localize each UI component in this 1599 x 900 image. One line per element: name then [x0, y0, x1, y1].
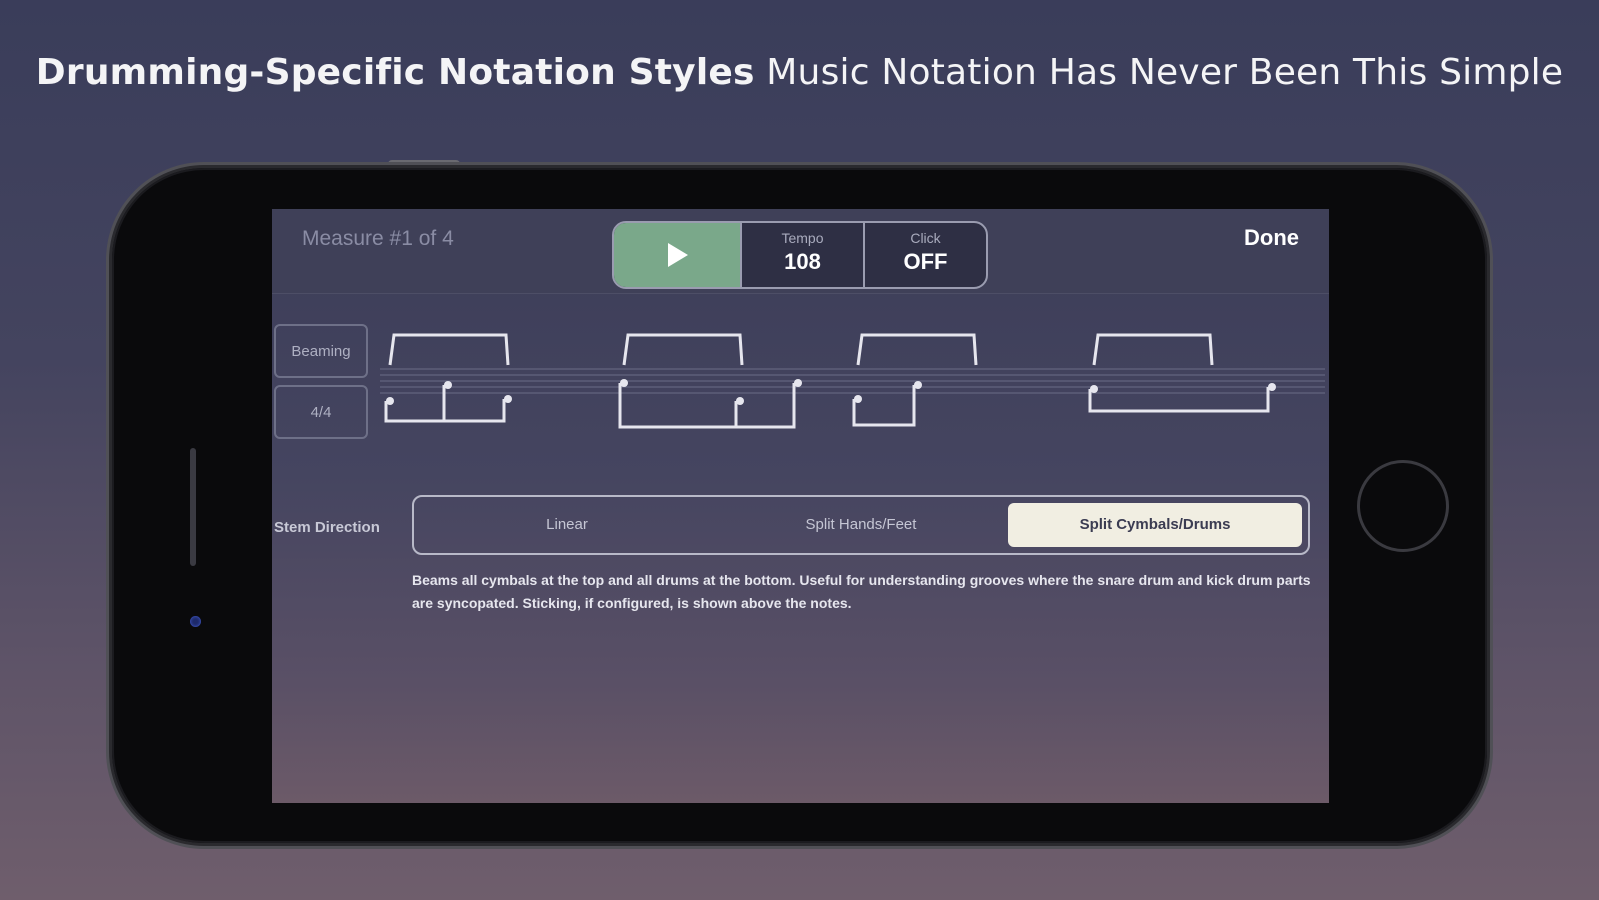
sticking-brackets: [388, 333, 1214, 366]
phone-volume-button: [380, 843, 452, 849]
stem-direction-label: Stem Direction: [274, 519, 380, 536]
headline-rest: Music Notation Has Never Been This Simpl…: [766, 52, 1564, 93]
headline-bold: Drumming-Specific Notation Styles: [35, 52, 755, 93]
tempo-value: 108: [784, 249, 821, 274]
phone-volume-button: [486, 843, 558, 849]
note-heads: [386, 379, 1276, 405]
drum-notation: [380, 333, 1325, 429]
phone-camera: [190, 616, 201, 627]
stem-direction-description: Beams all cymbals at the top and all dru…: [412, 572, 1311, 611]
done-button[interactable]: Done: [1244, 225, 1299, 251]
phone-side-button: [388, 160, 460, 168]
segment-split-hands-feet[interactable]: Split Hands/Feet: [714, 503, 1008, 547]
phone-volume-button: [268, 843, 318, 849]
click-value: OFF: [903, 249, 948, 274]
segment-linear[interactable]: Linear: [420, 503, 714, 547]
play-icon: [668, 243, 688, 267]
phone-speaker: [190, 448, 196, 566]
tempo-label: Tempo: [781, 230, 824, 246]
headline: Drumming-Specific Notation Styles Music …: [0, 52, 1599, 93]
transport-control: Tempo 108 Click OFF: [612, 221, 988, 289]
staff-lines: [380, 368, 1325, 394]
click-control[interactable]: Click OFF: [863, 223, 986, 287]
play-button[interactable]: [614, 223, 740, 287]
measure-label: Measure #1 of 4: [302, 227, 454, 250]
stem-direction-segmented-control: Linear Split Hands/Feet Split Cymbals/Dr…: [412, 495, 1310, 555]
beaming-button[interactable]: Beaming: [274, 324, 368, 378]
time-signature-button[interactable]: 4/4: [274, 385, 368, 439]
app-screen: Measure #1 of 4 Tempo 108 Click OFF Done…: [272, 209, 1329, 803]
note-groups: [384, 383, 1270, 429]
home-button[interactable]: [1357, 460, 1449, 552]
top-bar: Measure #1 of 4 Tempo 108 Click OFF Done: [272, 209, 1329, 294]
tempo-control[interactable]: Tempo 108: [740, 223, 863, 287]
click-label: Click: [910, 230, 941, 246]
segment-split-cymbals-drums[interactable]: Split Cymbals/Drums: [1008, 503, 1302, 547]
